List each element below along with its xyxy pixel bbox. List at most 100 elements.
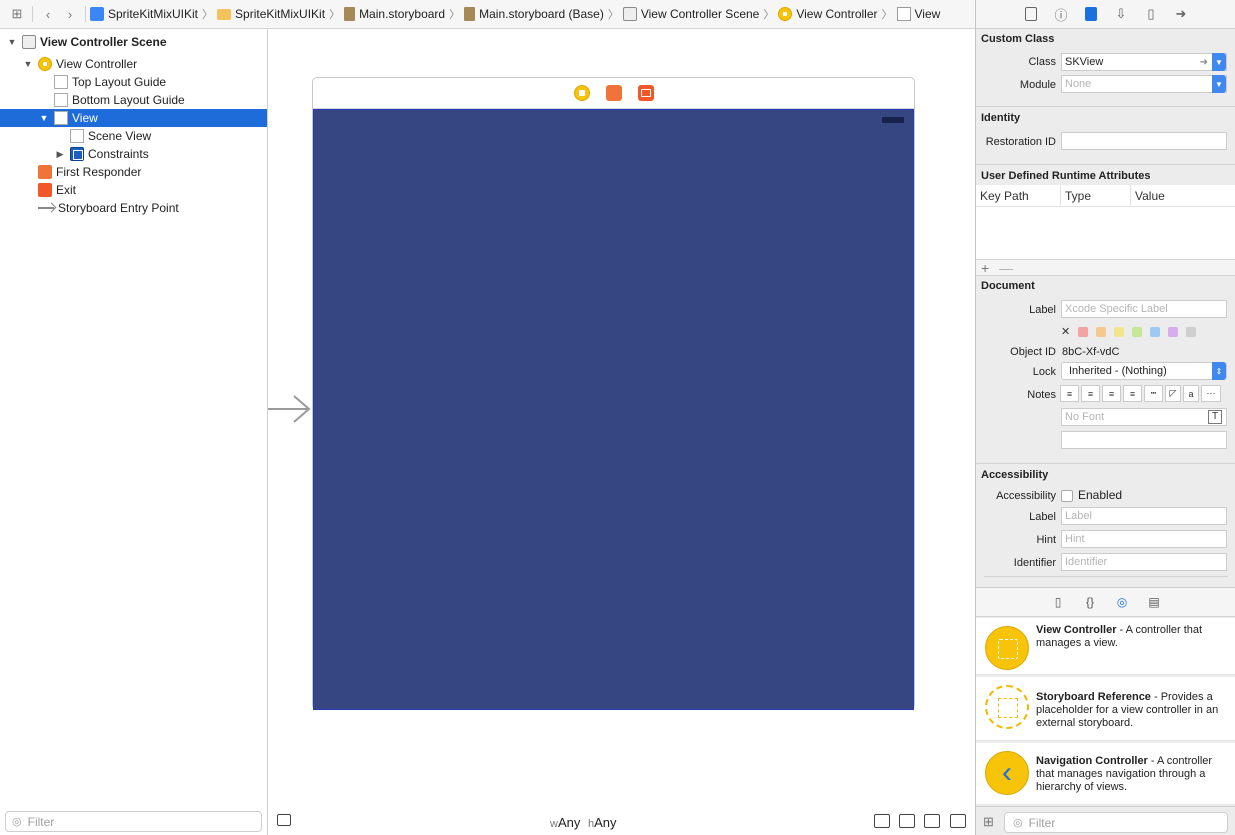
- sk-view[interactable]: [313, 109, 914, 710]
- storyboard-entry-arrow[interactable]: [268, 394, 312, 424]
- library-tabs: ▯ {} ◎ ▤: [976, 587, 1235, 617]
- color-icon[interactable]: ◸: [1165, 385, 1181, 402]
- library-item-view-controller[interactable]: View Controller - A controller that mana…: [976, 618, 1235, 675]
- clear-color-icon[interactable]: ✕: [1061, 325, 1070, 338]
- outline-row-top-layout-guide[interactable]: Top Layout Guide: [0, 73, 267, 91]
- outline-row-bottom-layout-guide[interactable]: Bottom Layout Guide: [0, 91, 267, 109]
- swatch-purple[interactable]: [1168, 326, 1179, 337]
- swatch-yellow[interactable]: [1114, 326, 1125, 337]
- text-color-icon[interactable]: a: [1183, 385, 1199, 402]
- object-library-icon[interactable]: ◎: [1114, 594, 1130, 610]
- quick-help-icon[interactable]: ⓘ: [1052, 5, 1070, 23]
- resolve-auto-layout-icon[interactable]: [950, 814, 966, 828]
- accessibility-enabled-checkbox[interactable]: Enabled: [1061, 488, 1122, 502]
- align-left-icon[interactable]: ≡: [1060, 385, 1079, 402]
- align-center-icon[interactable]: ≡: [1081, 385, 1100, 402]
- size-class-control[interactable]: wAny hAny: [550, 815, 617, 830]
- chevron-down-icon[interactable]: ▼: [1212, 53, 1226, 71]
- outline-row-scene[interactable]: ▼ View Controller Scene: [0, 33, 267, 51]
- identity-inspector-icon[interactable]: [1082, 5, 1100, 23]
- outline-row-view-controller[interactable]: ▼ View Controller: [0, 55, 267, 73]
- embed-in-stack-icon[interactable]: [874, 814, 890, 828]
- outline-row-view[interactable]: ▼ View: [0, 109, 267, 127]
- identifier-placeholder: Identifier: [1065, 556, 1108, 568]
- related-items-icon[interactable]: ⊞: [6, 4, 28, 24]
- crumb-project[interactable]: SpriteKitMixUIKit: [90, 7, 198, 21]
- file-template-library-icon[interactable]: ▯: [1050, 594, 1066, 610]
- crumb-view[interactable]: View: [896, 7, 940, 21]
- restoration-id-field[interactable]: [1061, 132, 1227, 150]
- column-value[interactable]: Value: [1131, 185, 1235, 206]
- outline-row-first-responder[interactable]: First Responder: [0, 163, 267, 181]
- align-justify-icon[interactable]: ≡: [1123, 385, 1142, 402]
- disclosure-triangle-icon[interactable]: ▼: [6, 37, 18, 47]
- disclosure-triangle-icon[interactable]: ▼: [38, 113, 50, 123]
- attributes-inspector-icon[interactable]: ⇩: [1112, 5, 1130, 23]
- crumb-scene[interactable]: View Controller Scene: [622, 7, 759, 21]
- crumb-storyboard-base[interactable]: Main.storyboard (Base): [464, 7, 604, 21]
- more-options-icon[interactable]: ⋯: [1201, 385, 1221, 402]
- library-item-navigation-controller[interactable]: ‹ Navigation Controller - A controller t…: [976, 743, 1235, 805]
- exit-icon[interactable]: [637, 85, 654, 101]
- file-inspector-icon[interactable]: [1022, 5, 1040, 23]
- doc-label-placeholder: Xcode Specific Label: [1065, 303, 1168, 315]
- library-item-storyboard-reference[interactable]: Storyboard Reference - Provides a placeh…: [976, 677, 1235, 741]
- outline-row-constraints[interactable]: ▶ Constraints: [0, 145, 267, 163]
- swatch-blue[interactable]: [1150, 326, 1161, 337]
- align-right-icon[interactable]: ≡: [1102, 385, 1121, 402]
- storyboard-canvas[interactable]: [268, 29, 975, 835]
- forward-button[interactable]: ›: [59, 4, 81, 24]
- align-icon[interactable]: [899, 814, 915, 828]
- outline-row-scene-view[interactable]: Scene View: [0, 127, 267, 145]
- crumb-storyboard[interactable]: Main.storyboard: [344, 7, 445, 21]
- swatch-red[interactable]: [1078, 326, 1089, 337]
- object-id-value: 8bC-Xf-vdC: [1062, 346, 1120, 358]
- remove-attribute-button[interactable]: —: [999, 260, 1013, 276]
- lock-popup[interactable]: Inherited - (Nothing) ⇕: [1061, 362, 1227, 380]
- size-inspector-icon[interactable]: ▯: [1142, 5, 1160, 23]
- hint-field[interactable]: Hint: [1061, 530, 1227, 548]
- checkbox-icon[interactable]: [1061, 489, 1073, 502]
- class-field[interactable]: SKView ➜ ▼: [1061, 53, 1227, 71]
- media-library-icon[interactable]: ▤: [1146, 594, 1162, 610]
- grid-view-icon[interactable]: ⊞: [983, 814, 994, 830]
- line-spacing-icon[interactable]: ┅: [1144, 385, 1163, 402]
- crumb-view-controller[interactable]: View Controller: [778, 7, 878, 21]
- scene-icon: [22, 35, 36, 49]
- column-type[interactable]: Type: [1061, 185, 1131, 206]
- enabled-label: Enabled: [1078, 488, 1123, 502]
- column-key-path[interactable]: Key Path: [976, 185, 1061, 206]
- code-snippet-library-icon[interactable]: {}: [1082, 594, 1098, 610]
- swatch-orange[interactable]: [1096, 326, 1107, 337]
- font-picker-icon[interactable]: T: [1208, 410, 1222, 424]
- toggle-outline-icon[interactable]: [277, 814, 291, 826]
- pin-icon[interactable]: [924, 814, 940, 828]
- doc-label-field[interactable]: Xcode Specific Label: [1061, 300, 1227, 318]
- font-field[interactable]: No Font T: [1061, 408, 1227, 426]
- chevron-updown-icon[interactable]: ⇕: [1212, 362, 1226, 380]
- notes-textarea[interactable]: [1061, 431, 1227, 449]
- back-button[interactable]: ‹: [37, 4, 59, 24]
- outline-row-label: View Controller: [56, 57, 138, 71]
- chevron-down-icon[interactable]: ▼: [1212, 75, 1226, 93]
- outline-row-entry-point[interactable]: Storyboard Entry Point: [0, 199, 267, 217]
- module-field[interactable]: None ▼: [1061, 75, 1227, 93]
- a11y-label-field[interactable]: Label: [1061, 507, 1227, 525]
- view-controller-scene[interactable]: [312, 77, 915, 710]
- go-to-class-icon[interactable]: ➜: [1200, 57, 1208, 68]
- connections-inspector-icon[interactable]: ➜: [1172, 5, 1190, 23]
- hint-label: Hint: [1036, 534, 1056, 546]
- first-responder-icon[interactable]: [605, 85, 622, 101]
- swatch-green[interactable]: [1132, 326, 1143, 337]
- disclosure-triangle-icon[interactable]: ▼: [22, 59, 34, 69]
- library-filter-input[interactable]: ◎ Filter: [1004, 812, 1228, 833]
- identifier-field[interactable]: Identifier: [1061, 553, 1227, 571]
- disclosure-triangle-icon[interactable]: ▶: [54, 149, 66, 160]
- swatch-gray[interactable]: [1186, 326, 1197, 337]
- crumb-group[interactable]: SpriteKitMixUIKit: [217, 7, 325, 21]
- add-attribute-button[interactable]: +: [981, 260, 989, 276]
- divider: [976, 164, 1235, 165]
- outline-row-exit[interactable]: Exit: [0, 181, 267, 199]
- outline-filter-input[interactable]: ◎ Filter: [5, 811, 262, 832]
- view-controller-icon[interactable]: [573, 85, 590, 101]
